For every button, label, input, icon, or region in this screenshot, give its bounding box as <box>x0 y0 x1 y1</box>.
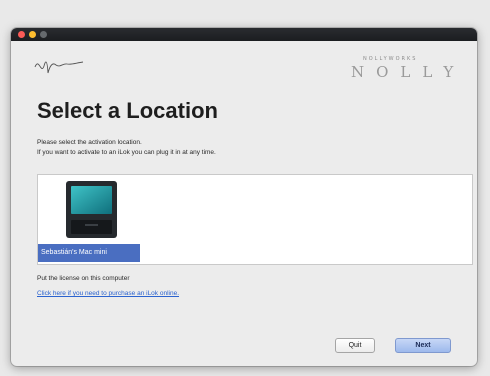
description-line-2: If you want to activate to an iLok you c… <box>37 149 216 156</box>
title-bar[interactable] <box>11 28 477 41</box>
put-license-text: Put the license on this computer <box>37 275 130 282</box>
signature-logo-icon <box>34 61 84 74</box>
purchase-ilok-link[interactable]: Click here if you need to purchase an iL… <box>37 290 179 297</box>
location-label[interactable]: Sebastián's Mac mini <box>38 244 140 262</box>
quit-button[interactable]: Quit <box>335 338 375 353</box>
maximize-button[interactable] <box>40 31 47 38</box>
description-line-1: Please select the activation location. <box>37 139 142 146</box>
activation-window: NOLLYWORKS NOLLY Select a Location Pleas… <box>11 28 477 366</box>
minimize-button[interactable] <box>29 31 36 38</box>
brand-subtitle: NOLLYWORKS <box>363 56 418 62</box>
computer-icon <box>66 181 117 238</box>
location-item-computer[interactable]: Sebastián's Mac mini <box>38 175 143 264</box>
location-list: Sebastián's Mac mini <box>37 174 473 265</box>
brand-wordmark: NOLLY <box>351 63 466 81</box>
page-title: Select a Location <box>37 98 218 123</box>
brand-header: NOLLYWORKS NOLLY <box>11 41 477 89</box>
close-button[interactable] <box>18 31 25 38</box>
next-button[interactable]: Next <box>395 338 451 353</box>
